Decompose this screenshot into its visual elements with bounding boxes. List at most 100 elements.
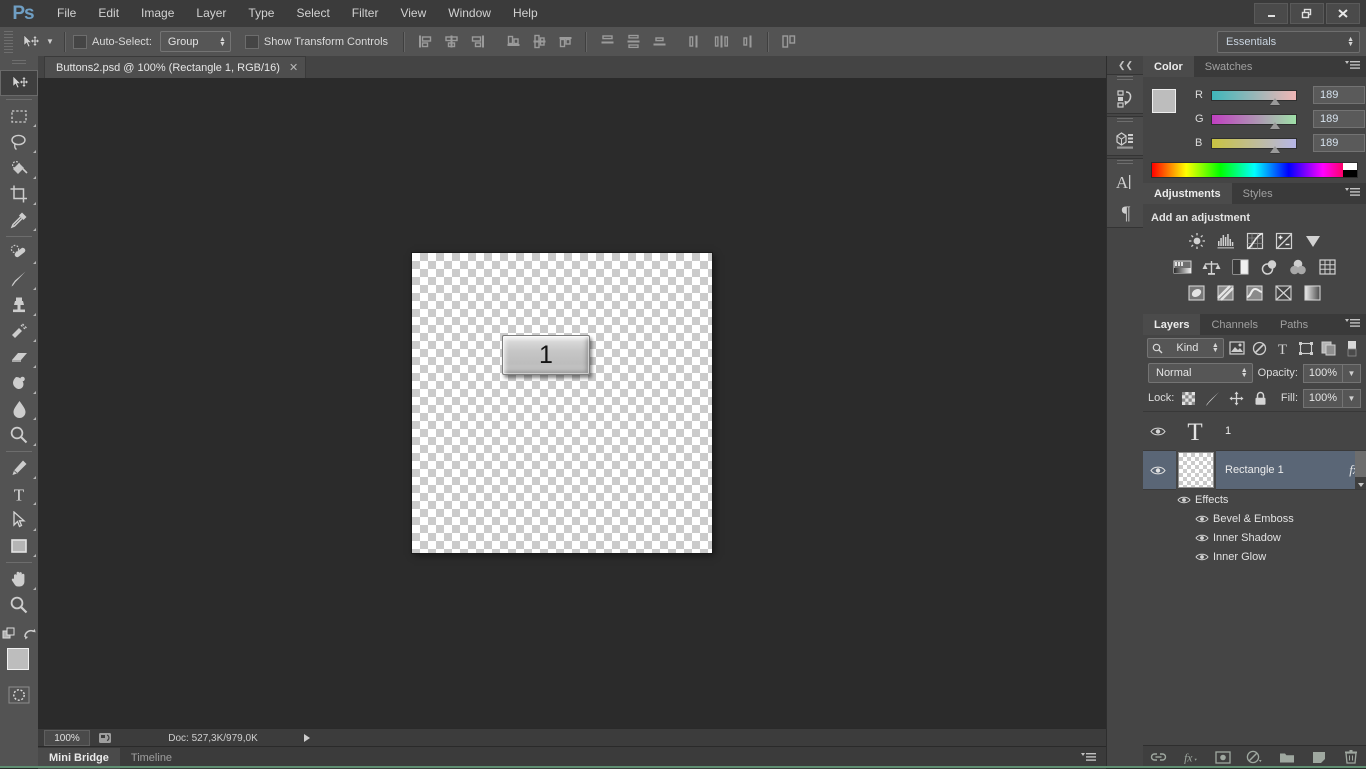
bottom-panel-menu-icon[interactable] — [1081, 752, 1096, 763]
menu-type[interactable]: Type — [237, 0, 285, 27]
opacity-chevron-down-icon[interactable]: ▼ — [1343, 363, 1361, 383]
effect-visibility-toggle[interactable] — [1191, 533, 1213, 543]
adjustments-panel-menu-icon[interactable] — [1345, 187, 1360, 198]
quick-mask-mode-icon[interactable] — [0, 686, 38, 704]
distribute-top-edges-icon[interactable] — [594, 31, 620, 53]
tool-hand[interactable] — [0, 566, 38, 592]
paragraph-panel-icon[interactable]: ¶ — [1107, 197, 1144, 227]
list-item[interactable]: Inner Glow — [1143, 547, 1366, 566]
options-bar-gripper[interactable] — [4, 30, 13, 53]
selective-color-icon[interactable] — [1273, 283, 1295, 303]
tool-spot-healing-brush[interactable] — [0, 240, 38, 266]
artboard[interactable]: 1 — [412, 253, 712, 553]
align-bottom-edges-icon[interactable] — [552, 31, 578, 53]
opacity-value[interactable]: 100% — [1303, 363, 1343, 383]
list-item[interactable]: Bevel & Emboss — [1143, 509, 1366, 528]
tool-lasso[interactable] — [0, 129, 38, 155]
new-fill-adjustment-layer-icon[interactable] — [1246, 749, 1263, 766]
lock-position-icon[interactable] — [1227, 389, 1246, 408]
tab-color[interactable]: Color — [1143, 56, 1194, 77]
panel-gripper[interactable] — [1107, 159, 1144, 167]
invert-icon[interactable] — [1186, 283, 1208, 303]
tab-paths[interactable]: Paths — [1269, 314, 1319, 335]
workspace-dropdown[interactable]: Essentials ▲ ▼ — [1217, 30, 1360, 53]
tool-quick-selection[interactable] — [0, 155, 38, 181]
auto-select-checkbox[interactable] — [73, 34, 87, 49]
panel-gripper[interactable] — [1107, 75, 1144, 83]
default-colors-icon[interactable] — [23, 627, 37, 641]
layer-thumbnail[interactable] — [1176, 450, 1216, 490]
status-expand-arrow-icon[interactable] — [304, 734, 310, 742]
auto-select-target-dropdown[interactable]: Group ▲ ▼ — [159, 31, 231, 52]
channel-value-r[interactable]: 189 — [1313, 86, 1365, 104]
color-balance-icon[interactable] — [1200, 257, 1222, 277]
link-layers-icon[interactable] — [1150, 749, 1167, 766]
layer-filter-kind-dropdown[interactable]: Kind ▲ ▼ — [1147, 338, 1224, 358]
channel-slider-knob-r[interactable] — [1270, 97, 1280, 105]
zoom-level-field[interactable]: 100% — [44, 730, 90, 746]
channel-slider-r[interactable] — [1211, 89, 1297, 105]
color-ramp-white-black-swatch[interactable] — [1343, 163, 1357, 177]
close-button[interactable] — [1326, 3, 1360, 24]
tab-styles[interactable]: Styles — [1232, 183, 1284, 204]
tool-blur[interactable] — [0, 396, 38, 422]
menu-layer[interactable]: Layer — [185, 0, 237, 27]
fill-value[interactable]: 100% — [1303, 388, 1343, 408]
tool-zoom[interactable] — [0, 592, 38, 618]
minimize-button[interactable] — [1254, 3, 1288, 24]
foreground-background-color-swatches[interactable] — [0, 644, 39, 684]
lock-all-icon[interactable] — [1251, 389, 1270, 408]
fill-chevron-down-icon[interactable]: ▼ — [1343, 388, 1361, 408]
distribute-left-edges-icon[interactable] — [682, 31, 708, 53]
tool-brush[interactable] — [0, 266, 38, 292]
history-panel-icon[interactable] — [1107, 83, 1144, 113]
hue-saturation-icon[interactable] — [1171, 257, 1193, 277]
menu-view[interactable]: View — [389, 0, 437, 27]
filter-toggle-icon[interactable] — [1342, 338, 1362, 358]
filter-adjustment-layers-icon[interactable] — [1250, 338, 1270, 358]
tool-preset-chevron-down-icon[interactable]: ▼ — [43, 31, 57, 53]
menu-filter[interactable]: Filter — [341, 0, 390, 27]
align-left-edges-icon[interactable] — [412, 31, 438, 53]
move-tool-icon[interactable] — [17, 31, 43, 53]
table-row[interactable]: T 1 — [1143, 412, 1366, 451]
tool-eraser[interactable] — [0, 344, 38, 370]
properties-panel-icon[interactable] — [1107, 125, 1144, 155]
add-layer-mask-icon[interactable] — [1214, 749, 1231, 766]
tool-move[interactable] — [0, 70, 38, 96]
foreground-color-swatch[interactable] — [7, 648, 29, 670]
add-layer-style-icon[interactable]: fx — [1182, 749, 1199, 766]
tool-rectangle[interactable] — [0, 533, 38, 559]
effect-visibility-toggle[interactable] — [1191, 514, 1213, 524]
effect-visibility-toggle[interactable] — [1191, 552, 1213, 562]
tool-clone-stamp[interactable] — [0, 292, 38, 318]
document-tab[interactable]: Buttons2.psd @ 100% (Rectangle 1, RGB/16… — [44, 56, 307, 78]
filter-shape-layers-icon[interactable] — [1296, 338, 1316, 358]
menu-image[interactable]: Image — [130, 0, 185, 27]
collapse-to-icons-icon[interactable]: ❮❮ — [1107, 56, 1144, 74]
distribute-bottom-edges-icon[interactable] — [646, 31, 672, 53]
layer-visibility-toggle[interactable] — [1143, 412, 1173, 450]
filter-smart-objects-icon[interactable] — [1319, 338, 1339, 358]
delete-layer-icon[interactable] — [1342, 749, 1359, 766]
menu-help[interactable]: Help — [502, 0, 549, 27]
tool-eyedropper[interactable] — [0, 207, 38, 233]
channel-value-b[interactable]: 189 — [1313, 134, 1365, 152]
align-top-edges-icon[interactable] — [500, 31, 526, 53]
tool-rectangular-marquee[interactable] — [0, 103, 38, 129]
show-transform-controls-checkbox[interactable] — [244, 34, 259, 49]
tool-path-selection[interactable] — [0, 507, 38, 533]
menu-file[interactable]: File — [46, 0, 87, 27]
color-lookup-icon[interactable] — [1316, 257, 1338, 277]
new-group-icon[interactable] — [1278, 749, 1295, 766]
menu-window[interactable]: Window — [437, 0, 502, 27]
color-panel-swatches[interactable] — [1152, 89, 1186, 123]
layers-scroll-up-arrow-icon[interactable] — [1358, 483, 1364, 487]
color-ramp[interactable] — [1151, 162, 1358, 178]
tool-history-brush[interactable] — [0, 318, 38, 344]
layers-panel-menu-icon[interactable] — [1345, 318, 1360, 329]
tool-dodge[interactable] — [0, 422, 38, 448]
tab-layers[interactable]: Layers — [1143, 314, 1201, 335]
align-vertical-centers-icon[interactable] — [526, 31, 552, 53]
filter-type-layers-icon[interactable]: T — [1273, 338, 1293, 358]
